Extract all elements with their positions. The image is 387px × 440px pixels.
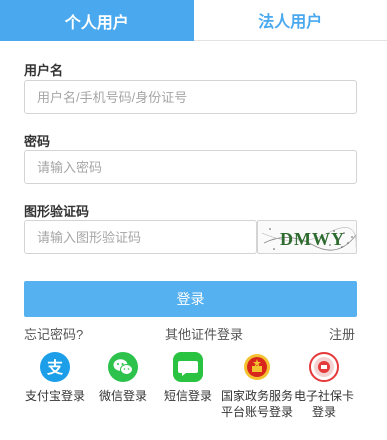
- captcha-noise: DMWY: [261, 227, 356, 251]
- captcha-text: DMWY: [280, 229, 345, 249]
- sms-icon: [173, 352, 203, 382]
- forgot-password-link[interactable]: 忘记密码?: [24, 324, 83, 343]
- other-certificate-login-link[interactable]: 其他证件登录: [165, 324, 243, 343]
- wechat-icon: [108, 352, 138, 382]
- sms-login-label: 短信登录: [163, 389, 212, 403]
- wechat-login[interactable]: 微信登录: [88, 352, 158, 404]
- username-input[interactable]: [24, 80, 357, 114]
- alipay-icon: 支: [40, 352, 70, 382]
- login-button[interactable]: 登录: [24, 281, 357, 317]
- alipay-login[interactable]: 支 支付宝登录: [20, 352, 90, 404]
- user-type-tabs: 个人用户 法人用户: [0, 0, 387, 41]
- tab-legal-user[interactable]: 法人用户: [193, 0, 387, 41]
- captcha-input[interactable]: [24, 220, 257, 254]
- password-label: 密码: [24, 134, 51, 149]
- wechat-login-label: 微信登录: [98, 389, 147, 403]
- national-gov-platform-login[interactable]: 国家政务服务平台账号登录: [220, 352, 294, 420]
- national-gov-platform-login-label: 国家政务服务平台账号登录: [220, 389, 293, 419]
- captcha-label: 图形验证码: [24, 204, 90, 219]
- captcha-image[interactable]: DMWY: [257, 220, 357, 254]
- social-security-card-login-label: 电子社保卡登录: [293, 389, 354, 419]
- social-security-card-icon: [309, 352, 339, 382]
- password-input[interactable]: [24, 150, 357, 184]
- username-label: 用户名: [24, 63, 64, 78]
- tab-personal-user[interactable]: 个人用户: [0, 0, 194, 41]
- sms-login[interactable]: 短信登录: [153, 352, 223, 404]
- register-link[interactable]: 注册: [329, 324, 355, 343]
- social-security-card-login[interactable]: 电子社保卡登录: [290, 352, 358, 420]
- alipay-login-label: 支付宝登录: [24, 389, 85, 403]
- national-emblem-icon: [242, 352, 272, 382]
- svg-text:支: 支: [46, 358, 64, 377]
